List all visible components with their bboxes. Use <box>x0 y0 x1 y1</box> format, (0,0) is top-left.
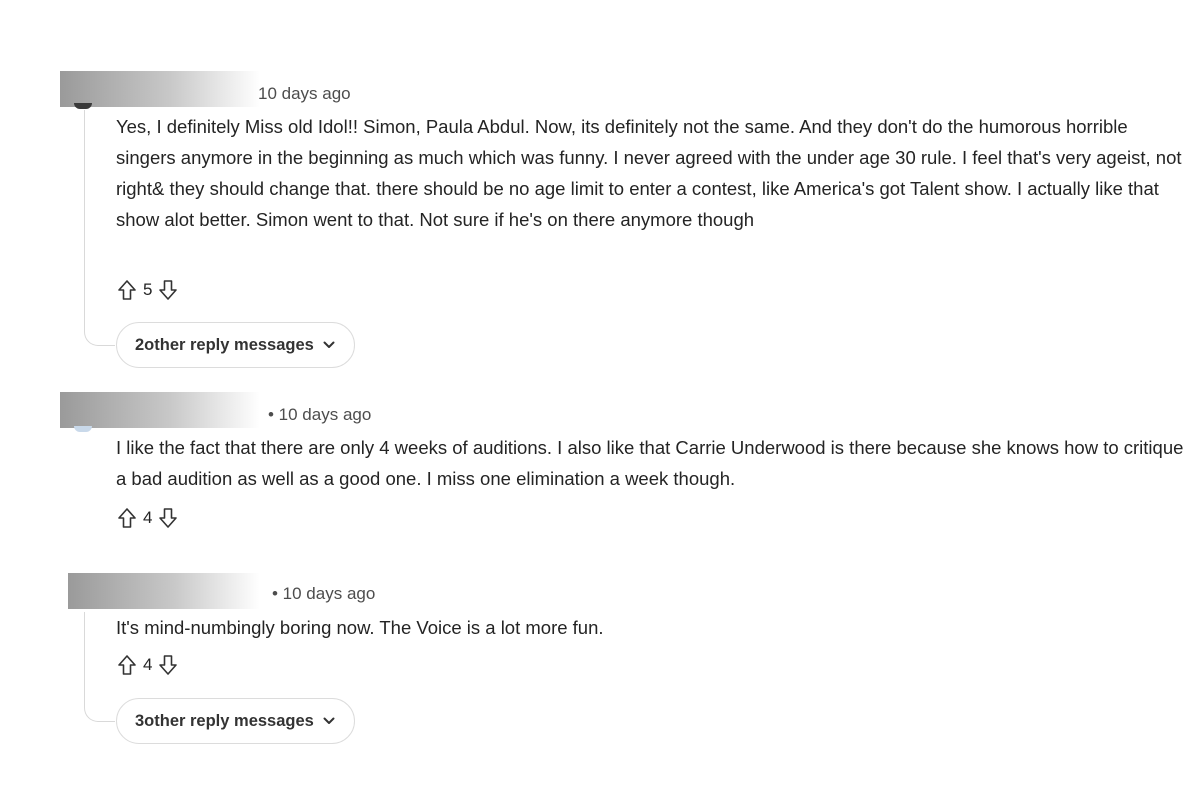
redacted-username <box>60 392 260 428</box>
vote-count: 4 <box>143 508 153 527</box>
upvote-button[interactable] <box>116 278 138 302</box>
downvote-button[interactable] <box>157 653 179 677</box>
comment-text: It's mind-numbingly boring now. The Voic… <box>116 617 604 638</box>
arrow-up-outline-icon <box>118 508 136 528</box>
comment-text: Yes, I definitely Miss old Idol!! Simon,… <box>116 116 1182 230</box>
comment-timestamp: • 10 days ago <box>268 405 372 424</box>
show-replies-button[interactable]: 3other reply messages <box>116 698 355 744</box>
thread-line <box>84 612 115 722</box>
chevron-down-icon <box>322 714 336 728</box>
upvote-button[interactable] <box>116 506 138 530</box>
comment-timestamp: • 10 days ago <box>272 584 376 603</box>
avatar[interactable] <box>74 426 92 432</box>
show-replies-button[interactable]: 2other reply messages <box>116 322 355 368</box>
show-replies-label: 2other reply messages <box>135 335 314 354</box>
arrow-down-outline-icon <box>159 280 178 300</box>
vote-bar: 4 <box>116 652 179 678</box>
arrow-up-outline-icon <box>118 280 136 300</box>
vote-bar: 4 <box>116 505 179 531</box>
comment-timestamp: 10 days ago <box>258 84 351 103</box>
vote-bar: 5 <box>116 277 179 303</box>
redacted-username <box>60 71 260 107</box>
arrow-down-outline-icon <box>159 508 178 528</box>
avatar[interactable] <box>74 103 92 109</box>
downvote-button[interactable] <box>157 278 179 302</box>
redacted-username <box>68 573 260 609</box>
arrow-down-outline-icon <box>159 655 178 675</box>
upvote-button[interactable] <box>116 653 138 677</box>
downvote-button[interactable] <box>157 506 179 530</box>
comment-text: I like the fact that there are only 4 we… <box>116 437 1184 489</box>
vote-count: 4 <box>143 655 153 674</box>
chevron-down-icon <box>322 338 336 352</box>
show-replies-label: 3other reply messages <box>135 711 314 730</box>
arrow-up-outline-icon <box>118 655 136 675</box>
vote-count: 5 <box>143 280 153 299</box>
thread-line <box>84 110 115 346</box>
